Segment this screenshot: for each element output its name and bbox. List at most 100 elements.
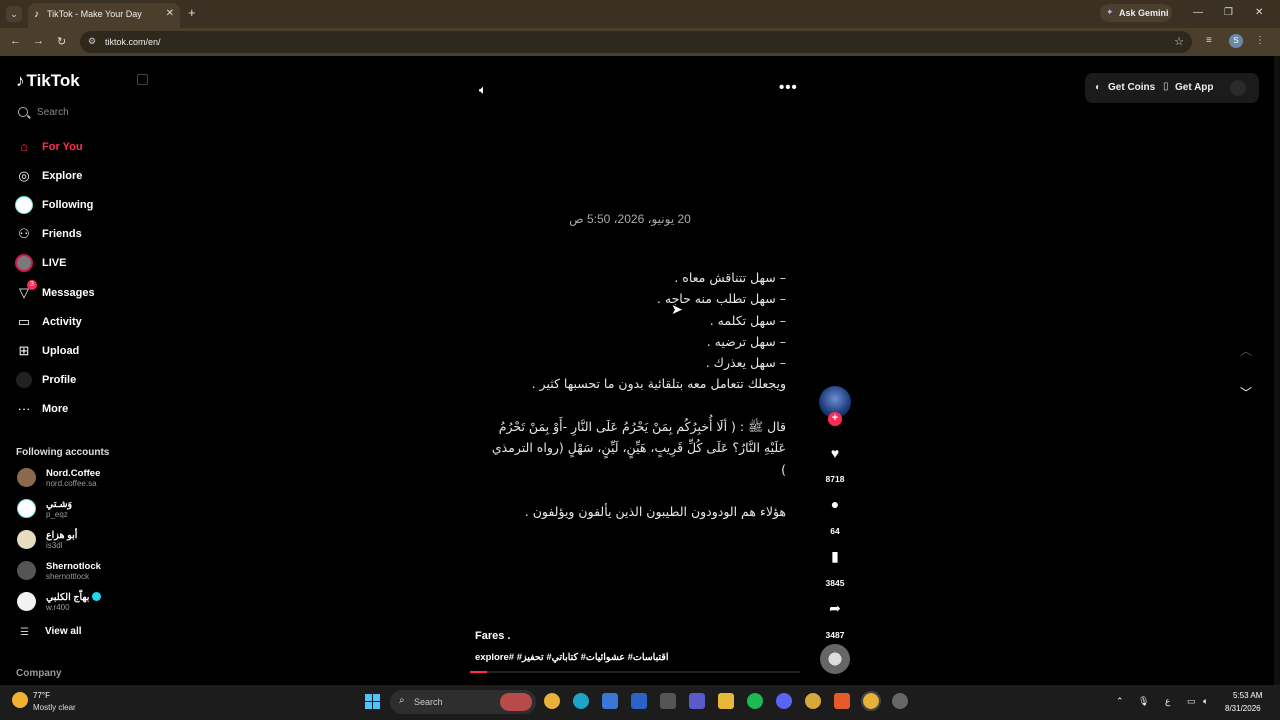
nav-label-for-you: For You <box>42 141 83 153</box>
search-input[interactable]: Search <box>16 106 146 124</box>
following-account[interactable]: وَشـتي p_eqz <box>16 497 156 523</box>
more-icon: ··· <box>17 401 31 416</box>
discord-icon[interactable] <box>776 693 792 709</box>
nav-item-explore[interactable]: ◎ Explore <box>14 166 154 188</box>
windows-start-button[interactable] <box>365 694 381 710</box>
nav-item-for-you[interactable]: ⌂ For You <box>14 137 154 159</box>
language-indicator[interactable]: ع <box>1165 696 1170 707</box>
close-window-button[interactable]: ✕ <box>1255 7 1263 18</box>
edge-icon[interactable] <box>573 693 589 709</box>
more-options-icon[interactable]: ••• <box>779 79 798 96</box>
get-app-button[interactable]: Get App <box>1175 82 1214 93</box>
search-highlight-art <box>500 693 532 711</box>
previous-video-chevron-up-icon[interactable]: ︿ <box>1240 342 1252 359</box>
music-disc-icon[interactable] <box>820 644 850 674</box>
comment-icon[interactable]: ● <box>825 496 845 512</box>
video-author[interactable]: Fares . <box>475 630 510 642</box>
nav-item-upload[interactable]: ⊞ Upload <box>14 341 154 363</box>
nav-item-live[interactable]: LIVE <box>14 253 154 275</box>
ask-gemini-label: Ask Gemini <box>1119 8 1169 18</box>
top-actions-bar: ◐ Get Coins ▯ Get App <box>1085 73 1259 103</box>
spotify-icon[interactable] <box>747 693 763 709</box>
nav-item-following[interactable]: Following <box>14 195 154 217</box>
nav-item-more[interactable]: ··· More <box>14 399 154 421</box>
tab-close-icon[interactable]: ✕ <box>166 8 174 19</box>
clock-date[interactable]: 8/31/2026 <box>1225 704 1261 713</box>
nav-item-profile[interactable]: Profile <box>14 370 154 392</box>
app-icon[interactable] <box>892 693 908 709</box>
account-handle: shernottlock <box>46 572 90 581</box>
account-name-text: بهاّج الكلبي <box>46 592 90 603</box>
app-icon[interactable] <box>660 693 676 709</box>
live-avatar <box>15 254 33 272</box>
nav-item-messages[interactable]: ▽ 3 Messages <box>14 280 154 305</box>
app-icon[interactable] <box>805 693 821 709</box>
following-account[interactable]: Nord.Coffee nord.coffee.sa <box>16 466 156 492</box>
bookmark-icon[interactable]: ▮ <box>825 548 845 565</box>
company-link[interactable]: Company <box>16 668 62 679</box>
volume-icon[interactable]: 🔈︎ <box>479 82 487 98</box>
video-progress-bar[interactable] <box>470 671 800 673</box>
share-arrow-icon[interactable]: ➦ <box>825 600 845 617</box>
nav-item-activity[interactable]: ▭ Activity <box>14 312 154 334</box>
ask-gemini-button[interactable]: ✦ Ask Gemini <box>1100 4 1172 22</box>
nav-label-messages: Messages <box>42 287 95 299</box>
compass-icon: ◎ <box>18 168 30 183</box>
get-coins-button[interactable]: Get Coins <box>1108 82 1155 93</box>
browser-tab[interactable]: ♪ TikTok - Make Your Day ✕ <box>28 3 180 28</box>
microphone-icon[interactable]: 🎙︎ <box>1138 696 1149 707</box>
next-video-chevron-down-icon[interactable]: ﹀ <box>1240 384 1252 401</box>
chrome-icon[interactable] <box>544 693 560 709</box>
following-account[interactable]: أبو هزاع is3dl <box>16 528 156 554</box>
forward-arrow-icon[interactable]: → <box>33 35 44 47</box>
volume-icon[interactable]: 🔈︎ <box>1203 696 1208 707</box>
bookmark-star-icon[interactable]: ☆ <box>1174 35 1184 48</box>
page-scrollbar[interactable] <box>1274 56 1280 685</box>
teams-icon[interactable] <box>689 693 705 709</box>
minimize-button[interactable]: — <box>1193 7 1203 18</box>
url-text[interactable]: tiktok.com/en/ <box>105 37 161 47</box>
store-icon[interactable] <box>602 693 618 709</box>
mail-icon[interactable] <box>631 693 647 709</box>
save-count: 3845 <box>825 578 845 588</box>
search-icon <box>18 107 28 117</box>
site-info-icon[interactable]: ⚙ <box>88 36 96 47</box>
text-line: هؤلاء هم الودودون الطيبون الذين يألفون و… <box>524 504 786 520</box>
tab-search-button[interactable]: ⌄ <box>6 6 22 22</box>
clock-time[interactable]: 5:53 AM <box>1233 691 1262 700</box>
tiktok-logo[interactable]: ♪ TikTok <box>16 71 80 91</box>
reload-icon[interactable]: ↻ <box>57 35 66 48</box>
browser-profile-avatar[interactable]: S <box>1229 34 1243 48</box>
taskbar-search-box[interactable]: ⌕ Search <box>390 690 536 714</box>
text-line: – سهل تطلب منه حاجه . <box>656 291 786 307</box>
profile-avatar <box>16 372 32 388</box>
nav-item-friends[interactable]: ⚇ Friends <box>14 224 154 246</box>
back-arrow-icon[interactable]: ← <box>10 35 21 47</box>
text-line: – سهل يعذرك . <box>705 355 786 371</box>
video-hashtags[interactable]: اقتباسات# عشوائيات# كتاباتي# تحفيز# #exp… <box>475 652 669 663</box>
new-tab-button[interactable]: + <box>188 6 196 20</box>
browser-menu-icon[interactable]: ⋮ <box>1255 35 1265 46</box>
activity-icon: ▭ <box>17 314 31 329</box>
collapse-sidebar-icon[interactable] <box>137 74 148 85</box>
following-account[interactable]: Shernotlock shernottlock <box>16 559 156 585</box>
video-progress-fill <box>470 671 487 673</box>
chrome-active-icon[interactable] <box>861 691 881 711</box>
user-avatar[interactable] <box>1230 80 1246 96</box>
address-bar[interactable]: ⚙ tiktok.com/en/ ☆ <box>80 31 1192 53</box>
heart-icon[interactable]: ♥ <box>825 445 845 461</box>
text-line: – سهل ترضيه . <box>706 333 786 349</box>
account-handle: is3dl <box>46 541 63 550</box>
view-all-label: View all <box>45 626 82 637</box>
follow-plus-button[interactable]: + <box>828 412 842 426</box>
maximize-button[interactable]: ❐ <box>1224 7 1233 18</box>
weather-moon-icon[interactable] <box>12 692 28 708</box>
following-account[interactable]: بهاّج الكلبي w.r400 <box>16 590 156 616</box>
tray-chevron-up-icon[interactable]: ⌃ <box>1116 696 1124 707</box>
network-icon[interactable]: ▭ <box>1187 696 1196 707</box>
file-explorer-icon[interactable] <box>718 693 734 709</box>
brave-icon[interactable] <box>834 693 850 709</box>
video-player[interactable]: 🔈︎ ••• 20 يونيو، 2026، 5:50 ص – سهل تتنا… <box>470 71 800 677</box>
media-controls-icon[interactable]: ≡ <box>1206 35 1212 46</box>
comment-count: 64 <box>830 526 840 536</box>
